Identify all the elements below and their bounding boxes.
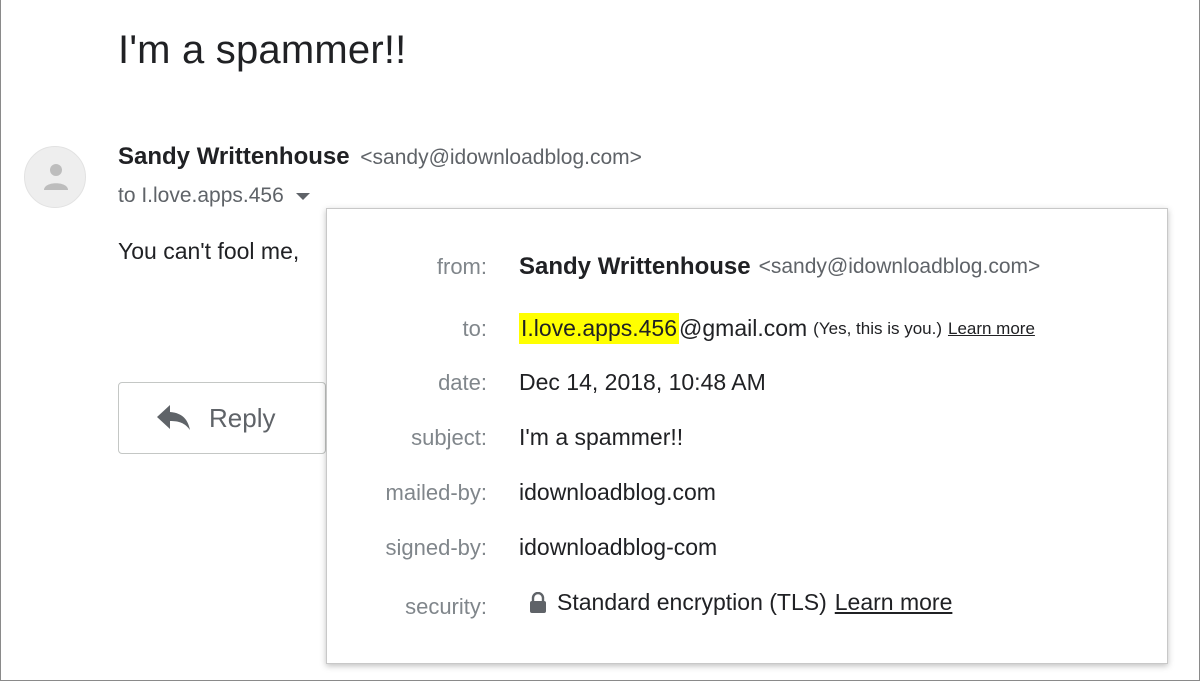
sender-line: Sandy Writtenhouse <sandy@idownloadblog.… [118,143,642,171]
details-security-value: Standard encryption (TLS) [557,589,827,615]
details-row-to: to: I.love.apps.456 @gmail.com (Yes, this… [327,313,1169,344]
recipient-note: (Yes, this is you.) [813,318,942,338]
recipient-learn-more-link[interactable]: Learn more [948,319,1035,339]
chevron-down-icon[interactable] [295,192,310,200]
details-key-from: from: [436,254,487,279]
details-from-name: Sandy Writtenhouse [519,253,751,280]
details-key-date: date: [438,370,487,395]
details-key-to: to: [462,316,487,341]
reply-button-label: Reply [209,402,276,433]
details-key-security: security: [405,593,487,619]
details-from-email: <sandy@idownloadblog.com> [758,255,1041,278]
recipient-domain: @gmail.com [679,315,808,341]
details-key-signed-by: signed-by: [385,535,487,560]
sender-email: <sandy@idownloadblog.com> [360,146,642,169]
details-row-signed-by: signed-by: idownloadblog-com [327,534,1169,561]
details-row-from: from: Sandy Writtenhouse <sandy@idownloa… [327,253,1169,281]
details-row-subject: subject: I'm a spammer!! [327,424,1169,451]
security-learn-more-link[interactable]: Learn more [835,589,953,616]
details-row-date: date: Dec 14, 2018, 10:48 AM [327,369,1169,396]
reply-button[interactable]: Reply [118,382,326,454]
details-key-mailed-by: mailed-by: [385,480,487,505]
recipient-line: to I.love.apps.456 [118,184,310,208]
details-row-security: security: Standard encryption (TLS) Lear… [327,589,1169,620]
reply-arrow-icon [157,405,190,430]
details-signed-by-value: idownloadblog-com [519,534,718,560]
details-key-subject: subject: [411,425,487,450]
email-body-preview: You can't fool me, [118,238,300,264]
details-mailed-by-value: idownloadblog.com [519,479,716,505]
email-subject: I'm a spammer!! [118,28,407,72]
person-icon [44,164,68,190]
recipient-label: to I.love.apps.456 [118,184,284,207]
message-details-popup: from: Sandy Writtenhouse <sandy@idownloa… [326,208,1168,664]
details-subject-value: I'm a spammer!! [519,424,684,450]
recipient-highlight: I.love.apps.456 [519,313,680,344]
details-row-mailed-by: mailed-by: idownloadblog.com [327,479,1169,506]
sender-avatar[interactable] [24,146,86,208]
sender-name[interactable]: Sandy Writtenhouse [118,143,350,170]
lock-icon [530,591,546,613]
details-date-value: Dec 14, 2018, 10:48 AM [519,369,766,395]
